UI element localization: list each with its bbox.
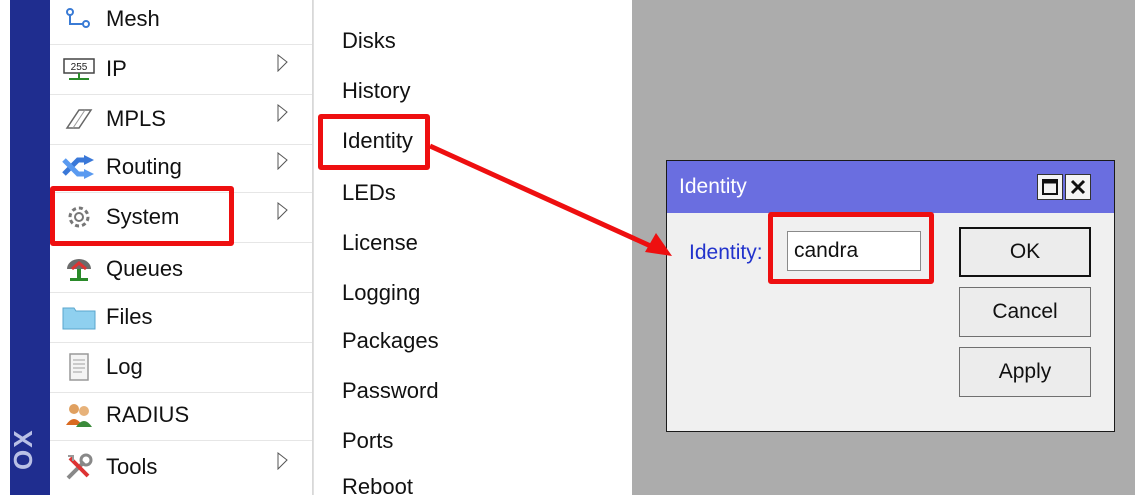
annotation-arrow [428, 143, 672, 256]
